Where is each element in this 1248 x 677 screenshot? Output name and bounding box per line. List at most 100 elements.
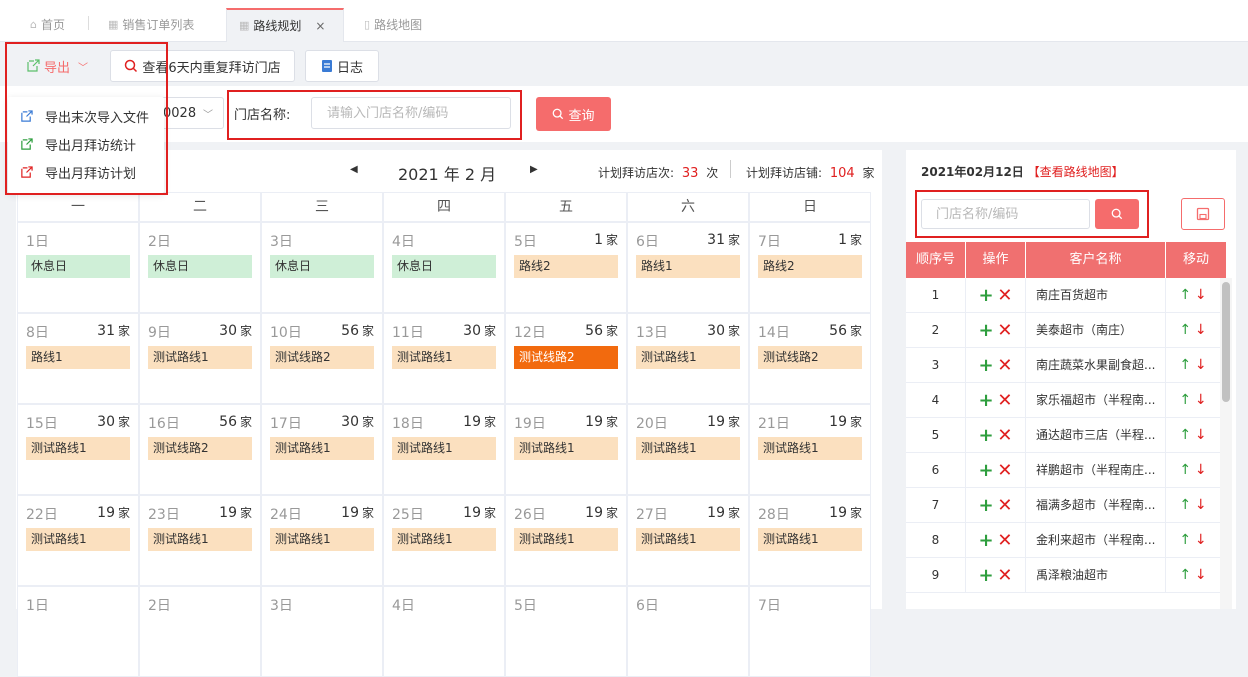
add-icon[interactable]: +: [978, 390, 993, 411]
store-name-input[interactable]: [311, 97, 511, 129]
menu-item-export-month-plan[interactable]: 导出月拜访计划: [8, 158, 164, 186]
calendar-day[interactable]: 6日: [627, 586, 749, 677]
arrow-up-icon[interactable]: ↑: [1179, 322, 1191, 338]
calendar-day[interactable]: 18日 19 家测试路线1: [383, 404, 505, 495]
route-tag[interactable]: 测试路线1: [270, 437, 374, 460]
route-tag[interactable]: 测试路线1: [392, 437, 496, 460]
add-icon[interactable]: +: [978, 530, 993, 551]
delete-icon[interactable]: ✕: [997, 530, 1012, 551]
calendar-day[interactable]: 1日: [17, 586, 139, 677]
prev-month-icon[interactable]: ◀: [350, 164, 358, 175]
check-repeat-visits-button[interactable]: 查看6天内重复拜访门店: [110, 50, 295, 82]
route-tag[interactable]: 路线2: [514, 255, 618, 278]
side-search-button[interactable]: [1095, 199, 1139, 229]
calendar-day[interactable]: 25日 19 家测试路线1: [383, 495, 505, 586]
delete-icon[interactable]: ✕: [997, 390, 1012, 411]
tab-sales-orders[interactable]: ▦ 销售订单列表: [96, 8, 206, 42]
route-tag[interactable]: 休息日: [26, 255, 130, 278]
next-month-icon[interactable]: ▶: [530, 164, 538, 175]
arrow-down-icon[interactable]: ↓: [1195, 287, 1207, 303]
calendar-day[interactable]: 10日 56 家测试线路2: [261, 313, 383, 404]
arrow-up-icon[interactable]: ↑: [1179, 532, 1191, 548]
calendar-day[interactable]: 16日 56 家测试线路2: [139, 404, 261, 495]
calendar-day[interactable]: 17日 30 家测试路线1: [261, 404, 383, 495]
calendar-day[interactable]: 2日 休息日: [139, 222, 261, 313]
arrow-up-icon[interactable]: ↑: [1179, 427, 1191, 443]
arrow-down-icon[interactable]: ↓: [1195, 567, 1207, 583]
route-tag[interactable]: 测试路线1: [148, 528, 252, 551]
arrow-down-icon[interactable]: ↓: [1195, 392, 1207, 408]
route-tag[interactable]: 测试路线1: [148, 346, 252, 369]
delete-icon[interactable]: ✕: [997, 425, 1012, 446]
save-button[interactable]: [1181, 198, 1225, 230]
route-tag[interactable]: 测试路线1: [758, 528, 862, 551]
route-tag[interactable]: 测试线路2: [758, 346, 862, 369]
calendar-day[interactable]: 2日: [139, 586, 261, 677]
route-tag[interactable]: 测试线路2: [148, 437, 252, 460]
route-tag[interactable]: 测试路线1: [270, 528, 374, 551]
arrow-up-icon[interactable]: ↑: [1179, 357, 1191, 373]
arrow-down-icon[interactable]: ↓: [1195, 357, 1207, 373]
log-button[interactable]: 日志: [305, 50, 379, 82]
arrow-down-icon[interactable]: ↓: [1195, 497, 1207, 513]
calendar-day[interactable]: 3日: [261, 586, 383, 677]
arrow-down-icon[interactable]: ↓: [1195, 322, 1207, 338]
arrow-up-icon[interactable]: ↑: [1179, 567, 1191, 583]
scrollbar-thumb[interactable]: [1222, 282, 1230, 402]
calendar-day[interactable]: 13日 30 家测试路线1: [627, 313, 749, 404]
route-tag[interactable]: 测试路线1: [392, 346, 496, 369]
calendar-day[interactable]: 27日 19 家测试路线1: [627, 495, 749, 586]
calendar-day[interactable]: 3日 休息日: [261, 222, 383, 313]
arrow-up-icon[interactable]: ↑: [1179, 392, 1191, 408]
add-icon[interactable]: +: [978, 320, 993, 341]
delete-icon[interactable]: ✕: [997, 460, 1012, 481]
calendar-day[interactable]: 5日: [505, 586, 627, 677]
route-tag[interactable]: 休息日: [270, 255, 374, 278]
calendar-day[interactable]: 7日: [749, 586, 871, 677]
view-route-map-link[interactable]: 【查看路线地图】: [1028, 165, 1124, 179]
arrow-up-icon[interactable]: ↑: [1179, 287, 1191, 303]
route-tag[interactable]: 路线1: [26, 346, 130, 369]
route-tag[interactable]: 测试路线1: [636, 528, 740, 551]
calendar-day[interactable]: 4日 休息日: [383, 222, 505, 313]
add-icon[interactable]: +: [978, 460, 993, 481]
route-tag[interactable]: 测试路线1: [392, 528, 496, 551]
query-button[interactable]: 查询: [536, 97, 611, 131]
arrow-down-icon[interactable]: ↓: [1195, 462, 1207, 478]
tab-route-planning[interactable]: ▦ 路线规划 ×: [226, 8, 344, 42]
calendar-day[interactable]: 6日 31 家路线1: [627, 222, 749, 313]
calendar-day[interactable]: 7日 1 家路线2: [749, 222, 871, 313]
calendar-day[interactable]: 24日 19 家测试路线1: [261, 495, 383, 586]
arrow-up-icon[interactable]: ↑: [1179, 497, 1191, 513]
calendar-day[interactable]: 9日 30 家测试路线1: [139, 313, 261, 404]
delete-icon[interactable]: ✕: [997, 565, 1012, 586]
side-search-field[interactable]: [936, 206, 1089, 222]
route-tag[interactable]: 测试路线1: [26, 528, 130, 551]
route-tag[interactable]: 休息日: [392, 255, 496, 278]
route-tag[interactable]: 休息日: [148, 255, 252, 278]
add-icon[interactable]: +: [978, 565, 993, 586]
calendar-day[interactable]: 5日 1 家路线2: [505, 222, 627, 313]
route-tag[interactable]: 测试线路2: [270, 346, 374, 369]
store-name-field[interactable]: [327, 105, 510, 121]
route-tag[interactable]: 测试路线1: [514, 437, 618, 460]
calendar-day[interactable]: 20日 19 家测试路线1: [627, 404, 749, 495]
calendar-day[interactable]: 23日 19 家测试路线1: [139, 495, 261, 586]
arrow-down-icon[interactable]: ↓: [1195, 532, 1207, 548]
tab-route-map[interactable]: ▯ 路线地图: [352, 8, 434, 42]
route-tag[interactable]: 路线1: [636, 255, 740, 278]
route-tag[interactable]: 测试路线1: [758, 437, 862, 460]
calendar-day[interactable]: 1日 休息日: [17, 222, 139, 313]
calendar-day[interactable]: 28日 19 家测试路线1: [749, 495, 871, 586]
add-icon[interactable]: +: [978, 495, 993, 516]
route-tag[interactable]: 测试路线1: [26, 437, 130, 460]
delete-icon[interactable]: ✕: [997, 320, 1012, 341]
close-icon[interactable]: ×: [315, 10, 325, 42]
calendar-day[interactable]: 26日 19 家测试路线1: [505, 495, 627, 586]
calendar-day[interactable]: 22日 19 家测试路线1: [17, 495, 139, 586]
calendar-day[interactable]: 8日 31 家路线1: [17, 313, 139, 404]
route-tag[interactable]: 测试路线1: [636, 437, 740, 460]
calendar-day[interactable]: 12日 56 家测试线路2: [505, 313, 627, 404]
route-tag[interactable]: 测试路线1: [636, 346, 740, 369]
route-tag[interactable]: 路线2: [758, 255, 862, 278]
